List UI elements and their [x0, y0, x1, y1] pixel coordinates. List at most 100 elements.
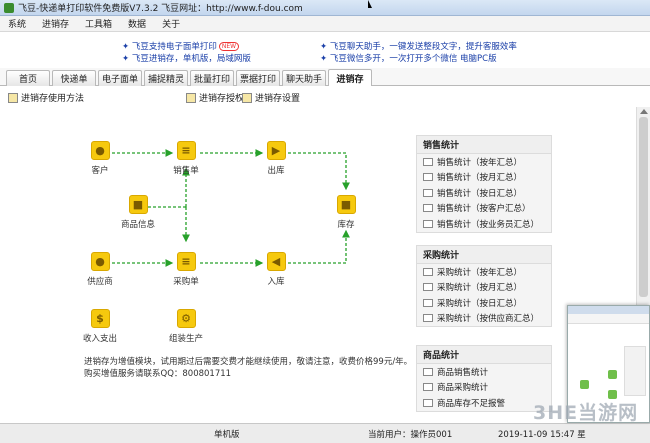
- app-icon: [4, 2, 14, 13]
- contact-note: 购买增值服务请联系QQ：800801711: [84, 369, 232, 379]
- flow-node-sales-order[interactable]: ≡ 销售单: [156, 141, 216, 176]
- tab-inventory[interactable]: 进销存: [328, 69, 372, 86]
- purchase-stats-item-label: 采购统计（按月汇总）: [437, 283, 523, 294]
- flow-node-product-info[interactable]: ■ 商品信息: [108, 195, 168, 230]
- product-stats-item-label: 商品采购统计: [437, 383, 489, 394]
- tab-express[interactable]: 快递单: [52, 70, 96, 86]
- book-icon: [8, 92, 18, 103]
- purchase-stats-item[interactable]: 采购统计（按日汇总）: [417, 295, 551, 311]
- flow-node-assembly[interactable]: ⚙ 组装生产: [156, 309, 216, 344]
- sales-stats-item-label: 销售统计（按业务员汇总）: [437, 219, 540, 230]
- report-icon: [423, 188, 433, 197]
- menu-tools[interactable]: 工具箱: [77, 17, 120, 30]
- tab-home[interactable]: 首页: [6, 70, 50, 86]
- sales-stats-item[interactable]: 销售统计（按年汇总）: [417, 154, 551, 170]
- scroll-up-icon[interactable]: [640, 109, 648, 114]
- promo-link-wechat-text: 飞豆微信多开，一次打开多个微信 电脑PC版: [329, 54, 497, 64]
- mouse-cursor-icon: [368, 0, 372, 8]
- new-badge: NEW: [218, 42, 240, 51]
- report-icon: [423, 267, 433, 276]
- auth-button[interactable]: 进销存授权: [186, 91, 244, 104]
- thumbnail-panel: [624, 346, 646, 396]
- promo-link-eface[interactable]: ✦ 飞豆支持电子面单打印 NEW: [122, 40, 240, 52]
- purchase-stats-item-label: 采购统计（按供应商汇总）: [437, 314, 540, 325]
- flow-node-purchase-order[interactable]: ≡ 采购单: [156, 252, 216, 287]
- report-icon: [423, 283, 433, 292]
- promo-link-chat[interactable]: ✦ 飞豆聊天助手，一键发送整段文字，提升客服效率: [320, 40, 517, 52]
- pricing-note: 进销存为增值模块，试用期过后需要交费才能继续使用，敬请注意，收费价格99元/年。: [84, 357, 413, 367]
- money-icon: $: [90, 309, 110, 328]
- promo-link-inventory[interactable]: ✦ 飞豆进销存，单机版，局域网版: [122, 52, 251, 64]
- settings-button[interactable]: 进销存设置: [242, 91, 300, 104]
- thumbnail-node-icon: [608, 370, 617, 379]
- flow-label-assembly: 组装生产: [168, 334, 203, 344]
- tab-capture[interactable]: 捕捉精灵: [144, 70, 188, 86]
- flow-label-product-info: 商品信息: [120, 220, 155, 230]
- scrollbar-thumb[interactable]: [639, 117, 648, 297]
- sales-stats-item[interactable]: 销售统计（按日汇总）: [417, 185, 551, 201]
- sales-stats-item[interactable]: 销售统计（按客户汇总）: [417, 201, 551, 217]
- sales-stats-item[interactable]: 销售统计（按月汇总）: [417, 170, 551, 186]
- flow-label-supplier: 供应商: [87, 277, 113, 287]
- sales-stats-item-label: 销售统计（按年汇总）: [437, 157, 523, 168]
- menu-bar: 系统 进销存 工具箱 数据 关于: [0, 16, 650, 32]
- product-stats-item[interactable]: 商品库存不足报警: [417, 395, 551, 411]
- title-bar: 飞豆-快递单打印软件免费版V7.3.2 飞豆网址：http://www.f-do…: [0, 0, 650, 16]
- tab-invoice-print[interactable]: 票据打印: [236, 70, 280, 86]
- promo-link-inventory-text: 飞豆进销存，单机版，局域网版: [131, 54, 251, 64]
- auth-label: 进销存授权: [199, 94, 245, 104]
- report-icon: [423, 173, 433, 182]
- help-button[interactable]: 进销存使用方法: [8, 91, 84, 104]
- assembly-icon: ⚙: [176, 309, 196, 328]
- report-icon: [423, 314, 433, 323]
- flow-node-supplier[interactable]: ● 供应商: [70, 252, 130, 287]
- product-stats-item[interactable]: 商品销售统计: [417, 364, 551, 380]
- thumbnail-menubar: [568, 314, 649, 324]
- flow-node-customer[interactable]: ● 客户: [70, 141, 130, 176]
- product-stats-item-label: 商品库存不足报警: [437, 398, 506, 409]
- promo-banner: ✦ 飞豆支持电子面单打印 NEW ✦ 飞豆进销存，单机版，局域网版 ✦ 飞豆聊天助…: [0, 32, 650, 68]
- menu-data[interactable]: 数据: [120, 17, 154, 30]
- tab-bar: 首页 快递单 电子面单 捕捉精灵 批量打印 票据打印 聊天助手 进销存: [0, 68, 650, 86]
- watermark-logo: 3HE当游网: [533, 402, 639, 424]
- person-icon: ●: [90, 141, 110, 160]
- flow-label-customer: 客户: [91, 166, 109, 176]
- flow-label-warehouse: 库存: [337, 220, 355, 230]
- tab-batch-print[interactable]: 批量打印: [190, 70, 234, 86]
- sales-stats-panel: 销售统计 销售统计（按年汇总） 销售统计（按月汇总） 销售统计（按日汇总） 销售…: [416, 135, 552, 233]
- status-bar: 单机版 当前用户：操作员001 2019-11-09 15:47 星: [0, 423, 650, 443]
- flow-label-sales-order: 销售单: [173, 166, 199, 176]
- flow-node-income-expense[interactable]: $ 收入支出: [70, 309, 130, 344]
- product-stats-title: 商品统计: [417, 346, 551, 364]
- report-icon: [423, 204, 433, 213]
- settings-icon: [242, 92, 252, 103]
- product-stats-item[interactable]: 商品采购统计: [417, 380, 551, 396]
- product-stats-item-label: 商品销售统计: [437, 367, 489, 378]
- tab-eface[interactable]: 电子面单: [98, 70, 142, 86]
- sales-stats-item-label: 销售统计（按月汇总）: [437, 173, 523, 184]
- window-title: 飞豆-快递单打印软件免费版V7.3.2 飞豆网址：http://www.f-do…: [18, 4, 303, 14]
- purchase-stats-item[interactable]: 采购统计（按供应商汇总）: [417, 311, 551, 327]
- purchase-stats-panel: 采购统计 采购统计（按年汇总） 采购统计（按月汇总） 采购统计（按日汇总） 采购…: [416, 245, 552, 327]
- promo-link-chat-text: 飞豆聊天助手，一键发送整段文字，提升客服效率: [329, 42, 517, 52]
- menu-system[interactable]: 系统: [0, 17, 34, 30]
- flow-node-inbound[interactable]: ◀ 入库: [246, 252, 306, 287]
- settings-label: 进销存设置: [255, 94, 301, 104]
- menu-about[interactable]: 关于: [154, 17, 188, 30]
- inventory-main: ● 客户 ≡ 销售单 ▶ 出库 ■ 商品信息 ■ 库存 ● 供应商 ≡ 采购单 …: [0, 107, 636, 423]
- tab-chat-helper[interactable]: 聊天助手: [282, 70, 326, 86]
- report-icon: [423, 157, 433, 166]
- flow-node-warehouse[interactable]: ■ 库存: [316, 195, 376, 230]
- list-icon: ≡: [176, 252, 196, 271]
- report-icon: [423, 298, 433, 307]
- truck-icon: ▶: [266, 141, 286, 160]
- promo-link-wechat[interactable]: ✦ 飞豆微信多开，一次打开多个微信 电脑PC版: [320, 52, 497, 64]
- purchase-stats-item[interactable]: 采购统计（按年汇总）: [417, 264, 551, 280]
- flow-label-outbound: 出库: [267, 166, 285, 176]
- menu-inventory[interactable]: 进销存: [34, 17, 77, 30]
- sales-stats-item[interactable]: 销售统计（按业务员汇总）: [417, 216, 551, 232]
- purchase-stats-item[interactable]: 采购统计（按月汇总）: [417, 280, 551, 296]
- report-icon: [423, 383, 433, 392]
- sales-stats-item-label: 销售统计（按日汇总）: [437, 188, 523, 199]
- flow-node-outbound[interactable]: ▶ 出库: [246, 141, 306, 176]
